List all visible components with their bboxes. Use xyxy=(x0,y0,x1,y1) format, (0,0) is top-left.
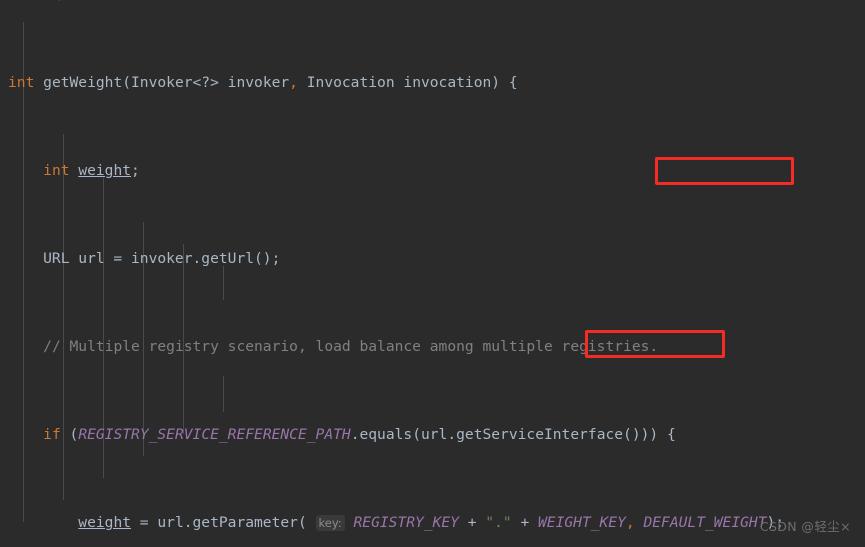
inline-hint-key: key: xyxy=(315,515,345,531)
code-line-4: // Multiple registry scenario, load bala… xyxy=(43,338,659,355)
code-content[interactable]: int getWeight(Invoker<?> invoker, Invoca… xyxy=(0,0,865,547)
code-editor[interactable]: ' int getWeight(Invoker<?> invoker, Invo… xyxy=(0,0,865,547)
code-line-5: if (REGISTRY_SERVICE_REFERENCE_PATH.equa… xyxy=(43,426,676,443)
code-line-6: weight = url.getParameter( key: REGISTRY… xyxy=(78,514,785,531)
watermark: CSDN @轻尘× xyxy=(759,519,851,534)
code-line-3: URL url = invoker.getUrl(); xyxy=(8,250,281,267)
code-line-2: int weight; xyxy=(43,162,140,179)
code-line-1: int getWeight(Invoker<?> invoker, Invoca… xyxy=(8,74,518,91)
